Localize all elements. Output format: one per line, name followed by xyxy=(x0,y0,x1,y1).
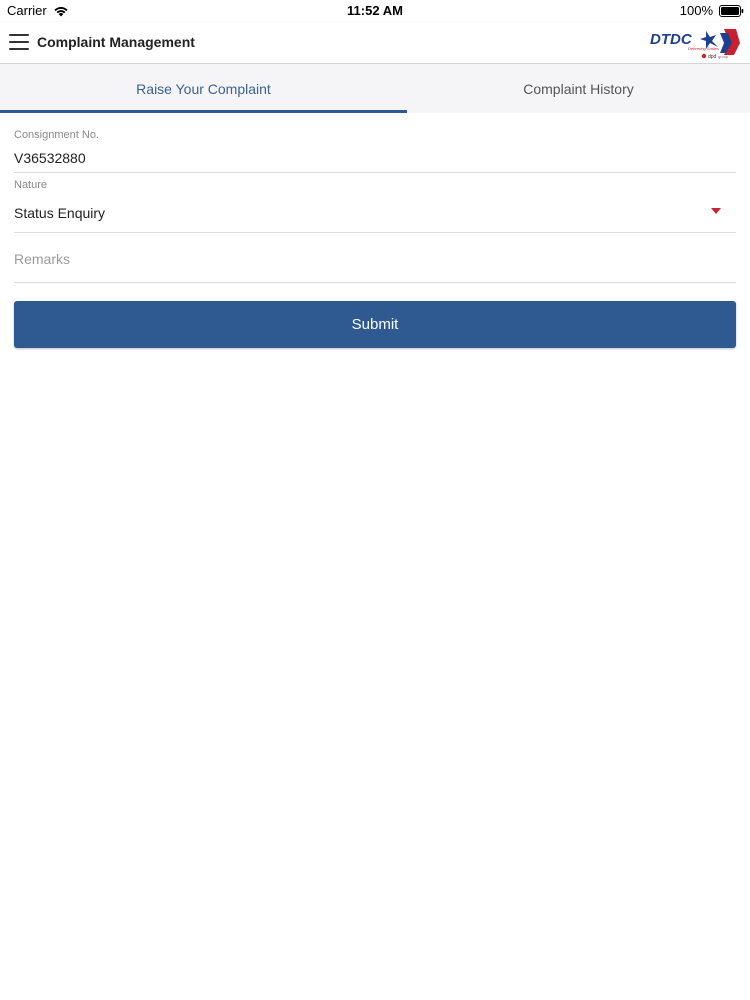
nature-select[interactable]: Status Enquiry xyxy=(14,205,105,221)
svg-text:dpd: dpd xyxy=(708,54,717,60)
consignment-label: Consignment No. xyxy=(14,129,99,141)
dtdc-logo: DTDC Delivering Smiles dpd group xyxy=(650,29,740,60)
tab-raise-complaint[interactable]: Raise Your Complaint xyxy=(0,64,407,113)
status-bar: Carrier 11:52 AM 100% xyxy=(0,0,750,22)
consignment-field[interactable]: Consignment No. V36532880 xyxy=(14,113,736,173)
consignment-value[interactable]: V36532880 xyxy=(14,150,86,166)
battery-icon xyxy=(719,4,744,17)
page-title: Complaint Management xyxy=(37,34,195,50)
svg-text:DTDC: DTDC xyxy=(650,31,693,48)
nature-field[interactable]: Nature Status Enquiry xyxy=(14,173,736,233)
submit-button[interactable]: Submit xyxy=(14,301,736,348)
svg-text:group: group xyxy=(718,54,729,59)
status-time: 11:52 AM xyxy=(347,3,403,18)
svg-text:Delivering Smiles: Delivering Smiles xyxy=(688,46,719,51)
app-header: Complaint Management DTDC Delivering Smi… xyxy=(0,22,750,64)
dropdown-caret-icon[interactable] xyxy=(711,208,721,214)
complaint-form: Consignment No. V36532880 Nature Status … xyxy=(14,113,736,283)
status-right: 100% xyxy=(680,3,744,18)
battery-percent: 100% xyxy=(679,3,713,18)
remarks-field[interactable] xyxy=(14,233,736,283)
nature-label: Nature xyxy=(14,179,48,191)
tab-bar: Raise Your Complaint Complaint History xyxy=(0,64,750,113)
hamburger-menu-icon[interactable] xyxy=(9,34,29,50)
remarks-input[interactable] xyxy=(14,251,736,267)
tab-complaint-history[interactable]: Complaint History xyxy=(407,64,750,113)
